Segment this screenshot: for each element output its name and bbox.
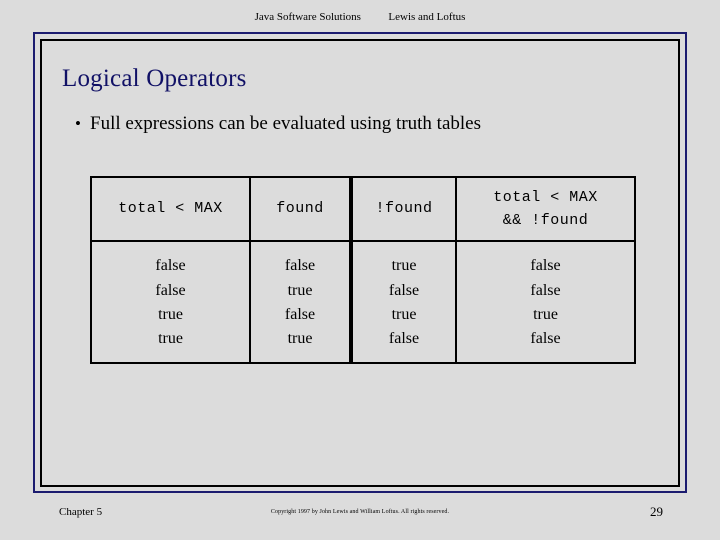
truth-value: true [391, 257, 417, 275]
truth-value: true [158, 330, 183, 348]
bullet-item: • Full expressions can be evaluated usin… [66, 113, 666, 135]
truth-table-column-4-values: false false true false [455, 241, 635, 363]
truth-value: true [287, 330, 313, 348]
truth-table-header-cell-1: total < MAX [91, 177, 251, 242]
truth-table: total < MAX found !found total < MAX && … [90, 176, 636, 364]
slide-title: Logical Operators [62, 65, 247, 92]
truth-table-column-3-values: true false true false [349, 241, 457, 363]
bullet-marker-icon: • [75, 114, 81, 133]
running-header-book-title: Java Software Solutions [254, 11, 361, 23]
truth-table-header-cell-3-line-1: !found [375, 200, 433, 218]
truth-table-column-1-values: false false true true [91, 241, 251, 363]
truth-table-head: total < MAX found !found total < MAX && … [91, 177, 635, 242]
truth-value: false [155, 257, 186, 275]
bullet-text: Full expressions can be evaluated using … [90, 113, 481, 134]
truth-value: true [533, 306, 558, 323]
truth-value: false [530, 330, 561, 348]
truth-value: false [530, 281, 561, 299]
truth-value: true [158, 306, 183, 323]
slide-content-area: Logical Operators • Full expressions can… [40, 39, 680, 487]
running-header: Java Software Solutions Lewis and Loftus [0, 11, 720, 23]
truth-table-header-cell-4: total < MAX && !found [455, 177, 635, 242]
truth-value: false [155, 281, 186, 299]
truth-table-row: false false true true false true false t… [91, 241, 635, 363]
footer-copyright: Copyright 1997 by John Lewis and William… [270, 509, 450, 515]
truth-table-header-cell-2-line-1: found [276, 200, 324, 218]
truth-table-body: false false true true false true false t… [91, 241, 635, 363]
truth-value: false [388, 281, 420, 299]
slide-page: { "running_header": { "book_title": "Jav… [0, 0, 720, 540]
truth-value: false [388, 330, 420, 348]
truth-table-header-cell-1-line-1: total < MAX [118, 200, 223, 218]
truth-table-header-cell-4-line-1: total < MAX [493, 188, 598, 206]
truth-table-header-cell-4-line-2: && !found [502, 212, 589, 229]
footer-page-number: 29 [650, 504, 663, 519]
truth-table-header-cell-3: !found [349, 177, 457, 242]
truth-table-container: total < MAX found !found total < MAX && … [90, 176, 636, 364]
truth-value: true [287, 281, 313, 299]
running-header-authors: Lewis and Loftus [388, 11, 466, 23]
truth-table-header-row: total < MAX found !found total < MAX && … [91, 177, 635, 242]
truth-table-header-cell-2: found [249, 177, 352, 242]
truth-value: false [284, 257, 316, 275]
truth-value: false [284, 306, 316, 323]
truth-value: true [391, 306, 417, 323]
truth-value: false [530, 257, 561, 275]
truth-table-column-2-values: false true false true [249, 241, 352, 363]
